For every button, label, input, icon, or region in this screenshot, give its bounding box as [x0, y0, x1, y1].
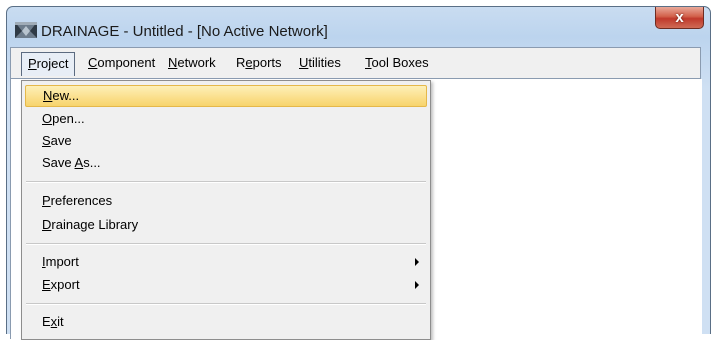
title-bar[interactable]: DRAINAGE - Untitled - [No Active Network…	[7, 7, 710, 51]
menu-item-open-label: pen...	[52, 111, 85, 126]
menu-network-mnemonic: N	[168, 55, 178, 70]
menu-item-preferences-label: references	[50, 193, 113, 208]
menu-item-save-as-prefix: Save	[42, 155, 75, 170]
menu-separator	[26, 243, 426, 245]
menu-item-save-label: ave	[50, 133, 72, 148]
menu-separator	[26, 181, 426, 183]
menu-item-new-label: ew...	[52, 88, 80, 103]
menu-item-new[interactable]: New...	[25, 85, 427, 107]
menu-item-export-mnemonic: E	[42, 277, 51, 292]
submenu-arrow-icon	[415, 281, 419, 289]
menu-reports-mnemonic: e	[245, 55, 253, 70]
menu-item-save-as-mnemonic: A	[74, 155, 84, 170]
menu-item-import-label: mport	[45, 254, 79, 269]
menu-separator	[26, 303, 426, 305]
menu-utilities[interactable]: Utilities	[293, 52, 347, 76]
menu-tool-boxes[interactable]: Tool Boxes	[359, 52, 435, 76]
menu-item-open[interactable]: Open...	[25, 108, 427, 130]
menu-item-preferences[interactable]: Preferences	[25, 190, 427, 212]
menu-bar: Project Component Network Reports Utilit…	[10, 47, 701, 79]
menu-item-drainage-library-mnemonic: D	[42, 217, 52, 232]
drainage-app-icon	[15, 22, 37, 38]
menu-project-label: roject	[36, 56, 69, 71]
menu-item-save-as-label: s...	[83, 155, 101, 170]
menu-reports-label: ports	[252, 55, 282, 70]
menu-item-save[interactable]: Save	[25, 130, 427, 152]
close-icon: x	[675, 9, 684, 26]
menu-tool-boxes-label: ool Boxes	[371, 55, 429, 70]
menu-utilities-mnemonic: U	[299, 55, 309, 70]
menu-network-label: etwork	[177, 55, 216, 70]
menu-item-exit-prefix: E	[42, 314, 51, 329]
menu-item-import[interactable]: Import	[25, 251, 427, 273]
menu-network[interactable]: Network	[162, 52, 222, 76]
menu-item-drainage-library[interactable]: Drainage Library	[25, 214, 427, 236]
project-menu-dropdown: New... Open... Save Save As... Preferenc…	[21, 80, 431, 340]
menu-reports[interactable]: Reports	[230, 52, 288, 76]
submenu-arrow-icon	[415, 258, 419, 266]
menu-project[interactable]: Project	[21, 52, 76, 76]
menu-component-label: omponent	[97, 55, 156, 70]
menu-item-drainage-library-label: rainage Library	[51, 217, 139, 232]
menu-item-open-mnemonic: O	[42, 111, 53, 126]
menu-item-save-mnemonic: S	[42, 133, 51, 148]
menu-item-preferences-mnemonic: P	[42, 193, 51, 208]
menu-project-mnemonic: P	[28, 56, 37, 71]
menu-component-mnemonic: C	[88, 55, 98, 70]
menu-item-save-as[interactable]: Save As...	[25, 152, 427, 174]
menu-reports-prefix: R	[236, 55, 246, 70]
window-title: DRAINAGE - Untitled - [No Active Network…	[41, 23, 328, 40]
menu-item-export-label: xport	[50, 277, 80, 292]
menu-item-exit[interactable]: Exit	[25, 311, 427, 333]
menu-item-export[interactable]: Export	[25, 274, 427, 296]
menu-component[interactable]: Component	[82, 52, 161, 76]
menu-utilities-label: tilities	[308, 55, 341, 70]
menu-item-new-mnemonic: N	[43, 88, 53, 103]
close-button[interactable]: x	[655, 7, 704, 29]
menu-item-exit-label: it	[57, 314, 64, 329]
